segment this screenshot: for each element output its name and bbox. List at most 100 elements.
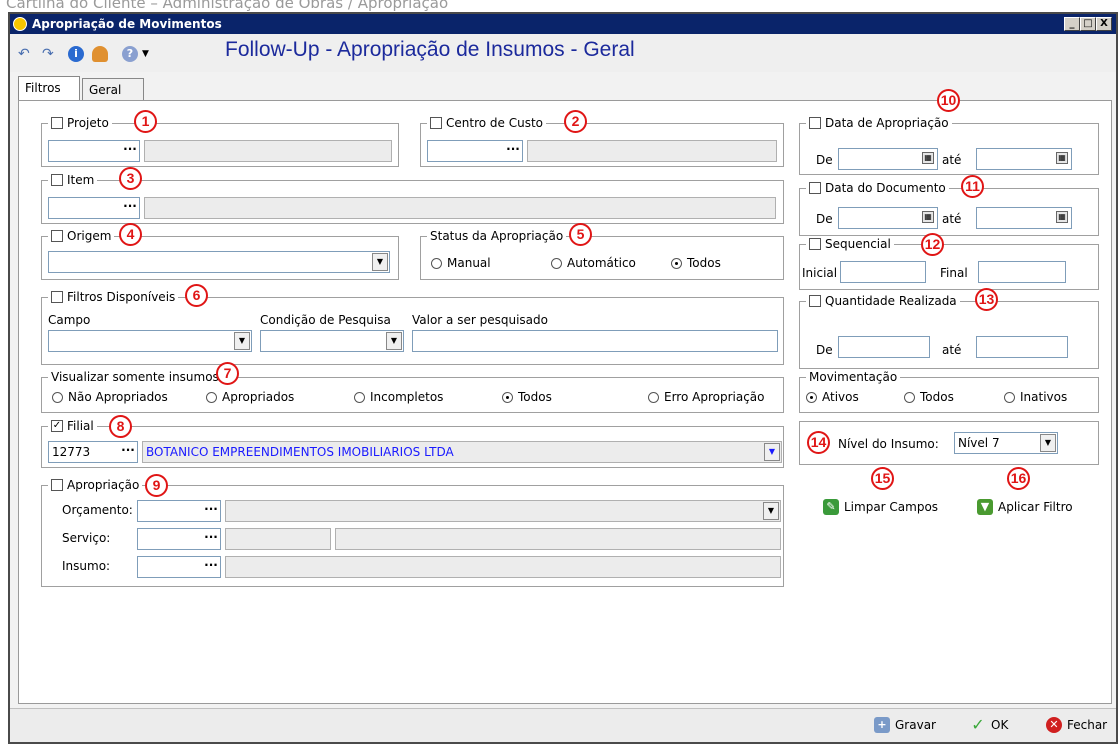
visualizar-radio-apropriados[interactable]: Apropriados	[206, 389, 294, 405]
sequencial-label: Sequencial	[825, 237, 891, 251]
movimentacao-radio-ativos[interactable]: Ativos	[806, 389, 859, 405]
visualizar-radio-incompletos[interactable]: Incompletos	[354, 389, 443, 405]
filial-name-select[interactable]: BOTANICO EMPREENDIMENTOS IMOBILIARIOS LT…	[142, 441, 782, 463]
data-documento-checkbox[interactable]	[809, 182, 821, 194]
sequencial-inicial-input[interactable]	[840, 261, 926, 283]
status-apropriacao-group: Status da Apropriação Manual Automático …	[420, 228, 784, 280]
quantidade-ate-input[interactable]	[976, 336, 1068, 358]
item-lookup-button[interactable]: ···	[121, 198, 139, 218]
centro-lookup-button[interactable]: ···	[504, 141, 522, 161]
status-radio-automatico[interactable]: Automático	[551, 255, 636, 271]
projeto-checkbox[interactable]	[51, 117, 63, 129]
projeto-lookup-button[interactable]: ···	[121, 141, 139, 161]
callout-2: 2	[564, 110, 587, 133]
toolbar: ↶ ↷ i ? ▼ Follow-Up - Apropriação de Ins…	[10, 34, 1116, 72]
orcamento-dropdown-arrow-icon[interactable]: ▼	[763, 502, 779, 520]
status-radio-manual[interactable]: Manual	[431, 255, 491, 271]
movimentacao-group: Movimentação Ativos Todos Inativos	[799, 369, 1099, 413]
aplicar-filtro-button[interactable]: ▼ Aplicar Filtro	[977, 499, 1073, 515]
valor-label: Valor a ser pesquisado	[412, 313, 548, 327]
callout-8: 8	[109, 415, 132, 438]
filial-lookup-button[interactable]: ···	[119, 442, 137, 462]
origem-checkbox[interactable]	[51, 230, 63, 242]
orcamento-code-input[interactable]: ···	[137, 500, 221, 522]
visualizar-radio-todos[interactable]: Todos	[502, 389, 552, 405]
fechar-button[interactable]: ✕ Fechar	[1046, 717, 1107, 733]
insumo-lookup-button[interactable]: ···	[202, 557, 220, 577]
ok-button[interactable]: ✓ OK	[970, 717, 1008, 733]
help-dropdown-icon[interactable]: ▼	[142, 46, 149, 62]
centro-description	[527, 140, 777, 162]
insumo-code-input[interactable]: ···	[137, 556, 221, 578]
gravar-button[interactable]: + Gravar	[874, 717, 936, 733]
filial-checkbox[interactable]: ✓	[51, 420, 63, 432]
centro-code-input[interactable]: ···	[427, 140, 523, 162]
callout-11: 11	[961, 175, 984, 198]
minimize-button[interactable]: _	[1064, 17, 1080, 31]
sequencial-final-input[interactable]	[978, 261, 1066, 283]
visualizar-radio-nao-apropriados[interactable]: Não Apropriados	[52, 389, 168, 405]
item-description	[144, 197, 776, 219]
data-apropriacao-ate-input[interactable]: ▦	[976, 148, 1072, 170]
data-documento-ate-input[interactable]: ▦	[976, 207, 1072, 229]
servico-lookup-button[interactable]: ···	[202, 529, 220, 549]
quantidade-checkbox[interactable]	[809, 295, 821, 307]
quantidade-ate-label: até	[942, 343, 962, 357]
title-bar: Apropriação de Movimentos _ □ X	[10, 14, 1116, 34]
origem-dropdown-arrow-icon[interactable]: ▼	[372, 253, 388, 271]
user-icon[interactable]	[92, 46, 108, 62]
visualizar-legend: Visualizar somente insumos	[48, 369, 222, 385]
data-apropriacao-checkbox[interactable]	[809, 117, 821, 129]
filial-code-input[interactable]: 12773 ···	[48, 441, 138, 463]
help-icon[interactable]: ?	[122, 46, 138, 62]
tab-geral[interactable]: Geral	[82, 78, 144, 100]
calendar-icon[interactable]: ▦	[922, 152, 934, 164]
orcamento-description-select[interactable]: ▼	[225, 500, 781, 522]
origem-select[interactable]: ▼	[48, 251, 390, 273]
data-apropriacao-label: Data de Apropriação	[825, 116, 949, 130]
filial-dropdown-arrow-icon[interactable]: ▼	[764, 443, 780, 461]
condicao-dropdown-arrow-icon[interactable]: ▼	[386, 332, 402, 350]
calendar-icon[interactable]: ▦	[1056, 211, 1068, 223]
limpar-campos-button[interactable]: ✎ Limpar Campos	[823, 499, 938, 515]
calendar-icon[interactable]: ▦	[1056, 152, 1068, 164]
close-window-button[interactable]: X	[1096, 17, 1112, 31]
orcamento-lookup-button[interactable]: ···	[202, 501, 220, 521]
bottom-action-bar: + Gravar ✓ OK ✕ Fechar	[10, 708, 1116, 742]
callout-5: 5	[569, 223, 592, 246]
campo-select[interactable]: ▼	[48, 330, 252, 352]
sequencial-checkbox[interactable]	[809, 238, 821, 250]
campo-dropdown-arrow-icon[interactable]: ▼	[234, 332, 250, 350]
apropriacao-checkbox[interactable]	[51, 479, 63, 491]
visualizar-radio-erro-apropriacao[interactable]: Erro Apropriação	[648, 389, 765, 405]
redo-icon[interactable]: ↷	[42, 46, 54, 62]
condicao-select[interactable]: ▼	[260, 330, 404, 352]
data-documento-de-input[interactable]: ▦	[838, 207, 938, 229]
tab-filtros[interactable]: Filtros	[18, 76, 80, 100]
movimentacao-label: Movimentação	[809, 370, 898, 384]
data-apropriacao-legend: Data de Apropriação	[806, 115, 952, 131]
filtros-checkbox[interactable]	[51, 291, 63, 303]
data-documento-de-label: De	[816, 212, 833, 226]
undo-icon[interactable]: ↶	[18, 46, 30, 62]
status-radio-todos[interactable]: Todos	[671, 255, 721, 271]
quantidade-de-input[interactable]	[838, 336, 930, 358]
centro-checkbox[interactable]	[430, 117, 442, 129]
movimentacao-radio-todos[interactable]: Todos	[904, 389, 954, 405]
filtros-legend: Filtros Disponíveis	[48, 289, 179, 305]
movimentacao-radio-inativos[interactable]: Inativos	[1004, 389, 1067, 405]
nivel-insumo-group: Nível do Insumo: Nível 7 ▼	[799, 421, 1099, 465]
quantidade-label: Quantidade Realizada	[825, 294, 957, 308]
projeto-code-input[interactable]: ···	[48, 140, 140, 162]
calendar-icon[interactable]: ▦	[922, 211, 934, 223]
info-icon[interactable]: i	[68, 46, 84, 62]
maximize-button[interactable]: □	[1080, 17, 1096, 31]
data-apropriacao-de-input[interactable]: ▦	[838, 148, 938, 170]
servico-code-input[interactable]: ···	[137, 528, 221, 550]
item-checkbox[interactable]	[51, 174, 63, 186]
valor-input[interactable]	[412, 330, 778, 352]
item-code-input[interactable]: ···	[48, 197, 140, 219]
nivel-select[interactable]: Nível 7 ▼	[954, 432, 1058, 454]
nivel-dropdown-arrow-icon[interactable]: ▼	[1040, 434, 1056, 452]
callout-16: 16	[1007, 467, 1030, 490]
